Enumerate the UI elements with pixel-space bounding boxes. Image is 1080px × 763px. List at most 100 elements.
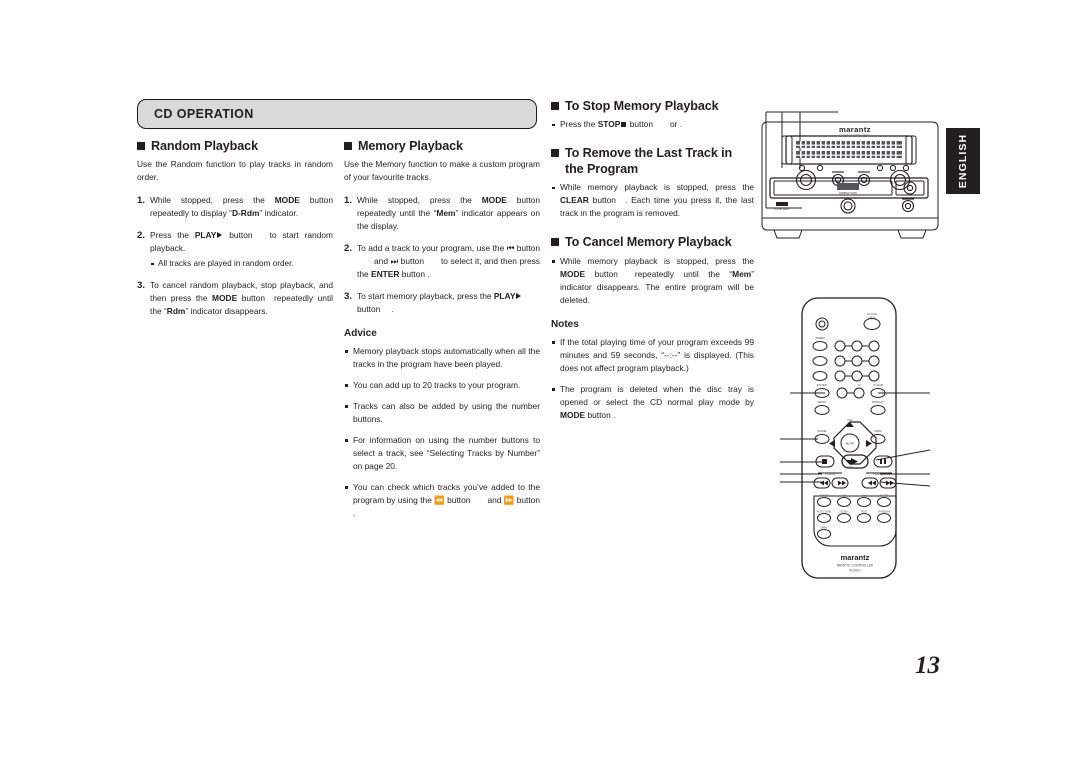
remote-caption-2: RC6101 (849, 569, 861, 573)
section-title: CD OPERATION (154, 107, 254, 121)
heading-text-line2: the Program (565, 162, 639, 177)
page-number: 13 (915, 652, 940, 679)
label-enter: ENTER (817, 383, 828, 387)
label-clear: CLEAR (873, 383, 884, 387)
advice-heading: Advice (344, 327, 377, 339)
step-text: and (374, 255, 391, 266)
memory-step-1: 1. While stopped, press the MODE button … (344, 194, 540, 233)
note-bold: STOP (597, 119, 621, 130)
advice-text: button (444, 494, 471, 505)
note-item: If the total playing time of your progra… (551, 336, 754, 375)
random-intro: Use the Random function to play tracks i… (137, 159, 333, 182)
step-body: While stopped, press the MODE button rep… (357, 194, 540, 233)
cd-receiver-illustration: marantz CD RECEIVER CR601 COMPACT DISC D… (761, 111, 939, 239)
skip-forward-icon: ⏭ (390, 255, 399, 266)
random-step-3: 3. To cancel random playback, stop playb… (137, 279, 333, 318)
step-text: . (391, 303, 394, 314)
heading-random-playback: Random Playback (137, 138, 333, 154)
stop-icon (822, 459, 827, 464)
label-ten: 10 (857, 383, 861, 387)
step-body: To add a track to your program, use the … (357, 242, 540, 281)
step-text: ” indicator disappears. (185, 306, 268, 317)
figure-cd-receiver: marantz CD RECEIVER CR601 COMPACT DISC D… (760, 110, 950, 245)
unit-model-text: CD RECEIVER CR601 (839, 133, 871, 137)
column-memory-playback: Memory Playback Use the Memory function … (344, 138, 540, 528)
heading-text: Memory Playback (358, 139, 463, 153)
step-text: button (506, 194, 540, 205)
section-header-bar: CD OPERATION (137, 99, 537, 129)
cancel-bullet: While memory playback is stopped, press … (551, 255, 754, 307)
svg-text:CALL: CALL (868, 316, 876, 320)
step-text: To add a track to your program, use the (357, 242, 507, 253)
note-text: The program is deleted when the disc tra… (560, 383, 754, 407)
pause-icon (880, 459, 882, 464)
svg-text:SLEEP: SLEEP (880, 495, 888, 498)
rewind-icon: ⏪ (434, 494, 445, 505)
step-text: button (299, 194, 333, 205)
square-bullet-icon (551, 102, 559, 110)
label-display: DISPLAY (872, 400, 884, 404)
svg-text:COMPACT DISC: COMPACT DISC (839, 192, 857, 195)
step-number: 2. (137, 229, 146, 241)
remote-illustration: CLOCK CALL TIMER ENTER 10 CLEAR MENU DIS… (780, 297, 931, 579)
figure-remote-control: CLOCK CALL TIMER ENTER 10 CLEAR MENU DIS… (780, 290, 931, 585)
step-text: While stopped, press the (357, 194, 482, 205)
note-bold: MODE (560, 409, 586, 420)
note-text: While memory playback is stopped, press … (560, 255, 754, 266)
step-text: button (237, 293, 265, 304)
compact-disc-logo: COMPACT DISC (837, 183, 859, 195)
step-bold: Mem (436, 207, 456, 218)
note-bold: Mem (732, 268, 752, 279)
step-number: 2. (344, 242, 353, 254)
step-text: To start memory playback, press the (357, 290, 494, 301)
svg-text:CD: CD (842, 495, 846, 498)
heading-text: To Stop Memory Playback (565, 99, 719, 113)
svg-text:SCAN: SCAN (841, 511, 848, 514)
step-bold: Rdm (166, 306, 186, 317)
dab-badge (776, 202, 788, 206)
note-bold: MODE (560, 268, 586, 279)
notes-heading: Notes (551, 318, 579, 330)
svg-text:RANDOM: RANDOM (878, 511, 889, 514)
language-tab-english: ENGLISH (946, 128, 980, 194)
step-bold: PLAY (493, 290, 516, 301)
step-number: 1. (344, 194, 353, 206)
label-timer: TIMER (815, 336, 825, 340)
step-text: repeatedly to display “ (150, 207, 232, 218)
column-stop-remove-cancel: To Stop Memory Playback Press the STOP b… (551, 98, 754, 430)
step-text: button (223, 229, 253, 240)
note-text: While memory playback is stopped, press … (560, 182, 754, 193)
step-bold: PLAY (194, 229, 217, 240)
step-number: 3. (137, 280, 146, 291)
step-number: 1. (137, 194, 146, 206)
note-text: button . (585, 409, 616, 420)
heading-text-line1: To Remove the Last Track in (565, 146, 733, 161)
play-triangle-icon (516, 292, 522, 299)
dab-caption: DIGITAL RADIO (774, 208, 790, 211)
step-text: button (398, 255, 424, 266)
label-mute: MUTE (846, 442, 855, 446)
label-mode: MODE (818, 429, 827, 433)
fast-forward-icon: ⏩ (503, 494, 515, 505)
remote-brand-text: marantz (841, 553, 870, 562)
memory-step-2: 2. To add a track to your program, use t… (344, 242, 540, 281)
note-bold: CLEAR (560, 195, 589, 206)
advice-item-check-tracks: You can check which tracks you’ve added … (344, 481, 540, 520)
advice-text: and (487, 494, 504, 505)
advice-item: Memory playback stops automatically when… (344, 345, 540, 371)
remove-bullet: While memory playback is stopped, press … (551, 181, 754, 220)
heading-to-cancel-memory-playback: To Cancel Memory Playback (551, 234, 754, 250)
step-body: While stopped, press the MODE button rep… (150, 194, 333, 220)
advice-list: Memory playback stops automatically when… (344, 345, 540, 520)
step-text: button (514, 242, 540, 253)
remote-caption-1: REMOTE CONTROLLER (837, 564, 874, 568)
advice-item: For information on using the number butt… (344, 434, 540, 473)
square-bullet-icon (344, 142, 352, 150)
advice-item: You can add up to 20 tracks to your prog… (344, 379, 540, 392)
step-bold: ENTER (370, 268, 400, 279)
square-bullet-icon (551, 238, 559, 246)
svg-text:RDS: RDS (861, 511, 867, 514)
svg-text:DIMM: DIMM (821, 527, 828, 530)
memory-intro: Use the Memory function to make a custom… (344, 159, 540, 182)
step-body: To start memory playback, press the PLAY… (357, 290, 540, 316)
